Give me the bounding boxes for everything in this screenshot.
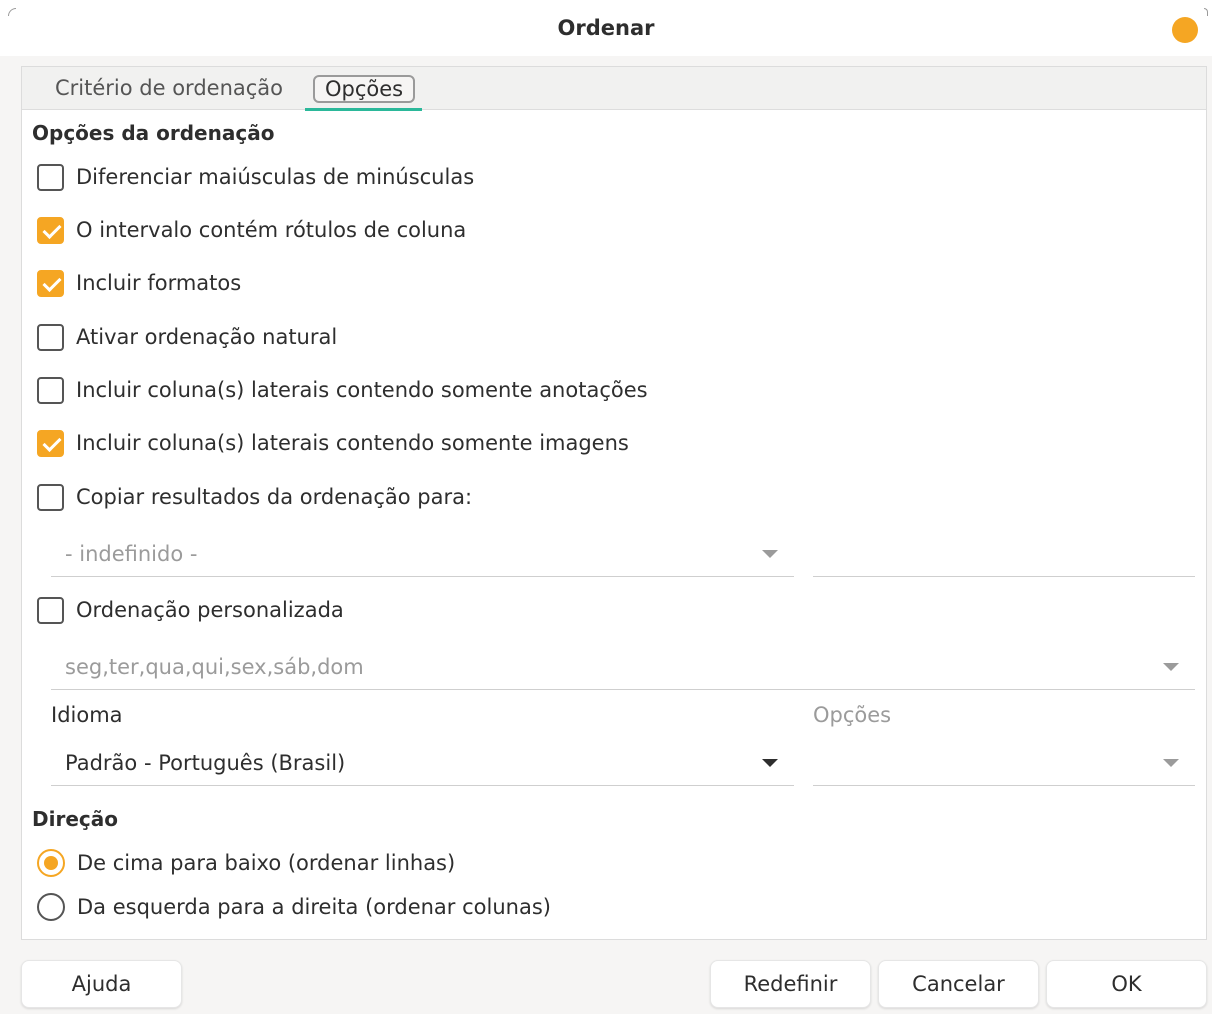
tab-options[interactable]: Opções — [313, 75, 416, 103]
top-to-bottom-label: De cima para baixo (ordenar linhas) — [77, 851, 456, 875]
include-formats-checkbox[interactable] — [37, 269, 64, 297]
copy-target-select[interactable]: - indefinido - — [51, 531, 794, 577]
language-value: Padrão - Português (Brasil) — [65, 750, 346, 775]
include-images-label: Incluir coluna(s) laterais contendo some… — [76, 431, 629, 455]
top-to-bottom-radio[interactable] — [37, 849, 65, 877]
direction-heading: Direção — [32, 807, 118, 831]
active-tab-indicator — [305, 108, 422, 111]
range-headers-label: O intervalo contém rótulos de coluna — [76, 218, 467, 242]
copy-results-label: Copiar resultados da ordenação para: — [76, 485, 473, 509]
option-case-sensitive[interactable]: Diferenciar maiúsculas de minúsculas — [37, 162, 474, 192]
language-options-label: Opções — [813, 703, 892, 727]
copy-target-value: - indefinido - — [65, 541, 198, 566]
window-corner-right — [1204, 8, 1208, 16]
sort-options-heading: Opções da ordenação — [32, 121, 275, 145]
option-include-images[interactable]: Incluir coluna(s) laterais contendo some… — [37, 428, 629, 458]
ok-button[interactable]: OK — [1046, 960, 1207, 1008]
natural-sort-label: Ativar ordenação natural — [76, 325, 338, 349]
cancel-button[interactable]: Cancelar — [878, 960, 1039, 1008]
direction-top-to-bottom[interactable]: De cima para baixo (ordenar linhas) — [37, 848, 455, 878]
chevron-down-icon — [1163, 759, 1179, 767]
window-corner — [8, 8, 16, 16]
window-control-dot[interactable] — [1172, 17, 1198, 43]
left-to-right-label: Da esquerda para a direita (ordenar colu… — [77, 895, 551, 919]
custom-sort-value: seg,ter,qua,qui,sex,sáb,dom — [65, 654, 364, 679]
natural-sort-checkbox[interactable] — [37, 323, 64, 351]
copy-results-checkbox[interactable] — [37, 483, 64, 511]
range-headers-checkbox[interactable] — [37, 216, 64, 244]
chevron-down-icon — [1163, 663, 1179, 671]
tab-sort-criteria[interactable]: Critério de ordenação — [55, 74, 283, 104]
language-options-select[interactable] — [813, 740, 1195, 786]
language-select[interactable]: Padrão - Português (Brasil) — [51, 740, 794, 786]
option-custom-sort[interactable]: Ordenação personalizada — [37, 595, 344, 625]
include-comments-checkbox[interactable] — [37, 376, 64, 404]
include-comments-label: Incluir coluna(s) laterais contendo some… — [76, 378, 648, 402]
include-formats-label: Incluir formatos — [76, 271, 242, 295]
option-range-has-headers[interactable]: O intervalo contém rótulos de coluna — [37, 215, 466, 245]
tab-bar: Critério de ordenação Opções — [22, 67, 1206, 111]
reset-button[interactable]: Redefinir — [710, 960, 871, 1008]
title-bar: Ordenar — [0, 0, 1212, 56]
case-sensitive-checkbox[interactable] — [37, 163, 64, 191]
direction-left-to-right[interactable]: Da esquerda para a direita (ordenar colu… — [37, 892, 551, 922]
option-include-formats[interactable]: Incluir formatos — [37, 268, 241, 298]
copy-target-input[interactable] — [813, 531, 1195, 577]
case-sensitive-label: Diferenciar maiúsculas de minúsculas — [76, 165, 475, 189]
dialog-title: Ordenar — [557, 16, 655, 40]
option-include-comments[interactable]: Incluir coluna(s) laterais contendo some… — [37, 375, 648, 405]
chevron-down-icon — [762, 550, 778, 558]
help-button[interactable]: Ajuda — [21, 960, 182, 1008]
custom-sort-select[interactable]: seg,ter,qua,qui,sex,sáb,dom — [51, 644, 1195, 690]
include-images-checkbox[interactable] — [37, 429, 64, 457]
left-to-right-radio[interactable] — [37, 893, 65, 921]
option-copy-results[interactable]: Copiar resultados da ordenação para: — [37, 482, 472, 512]
chevron-down-icon — [762, 759, 778, 767]
option-natural-sort[interactable]: Ativar ordenação natural — [37, 322, 337, 352]
language-label: Idioma — [51, 703, 123, 727]
custom-sort-label: Ordenação personalizada — [76, 598, 344, 622]
custom-sort-checkbox[interactable] — [37, 596, 64, 624]
